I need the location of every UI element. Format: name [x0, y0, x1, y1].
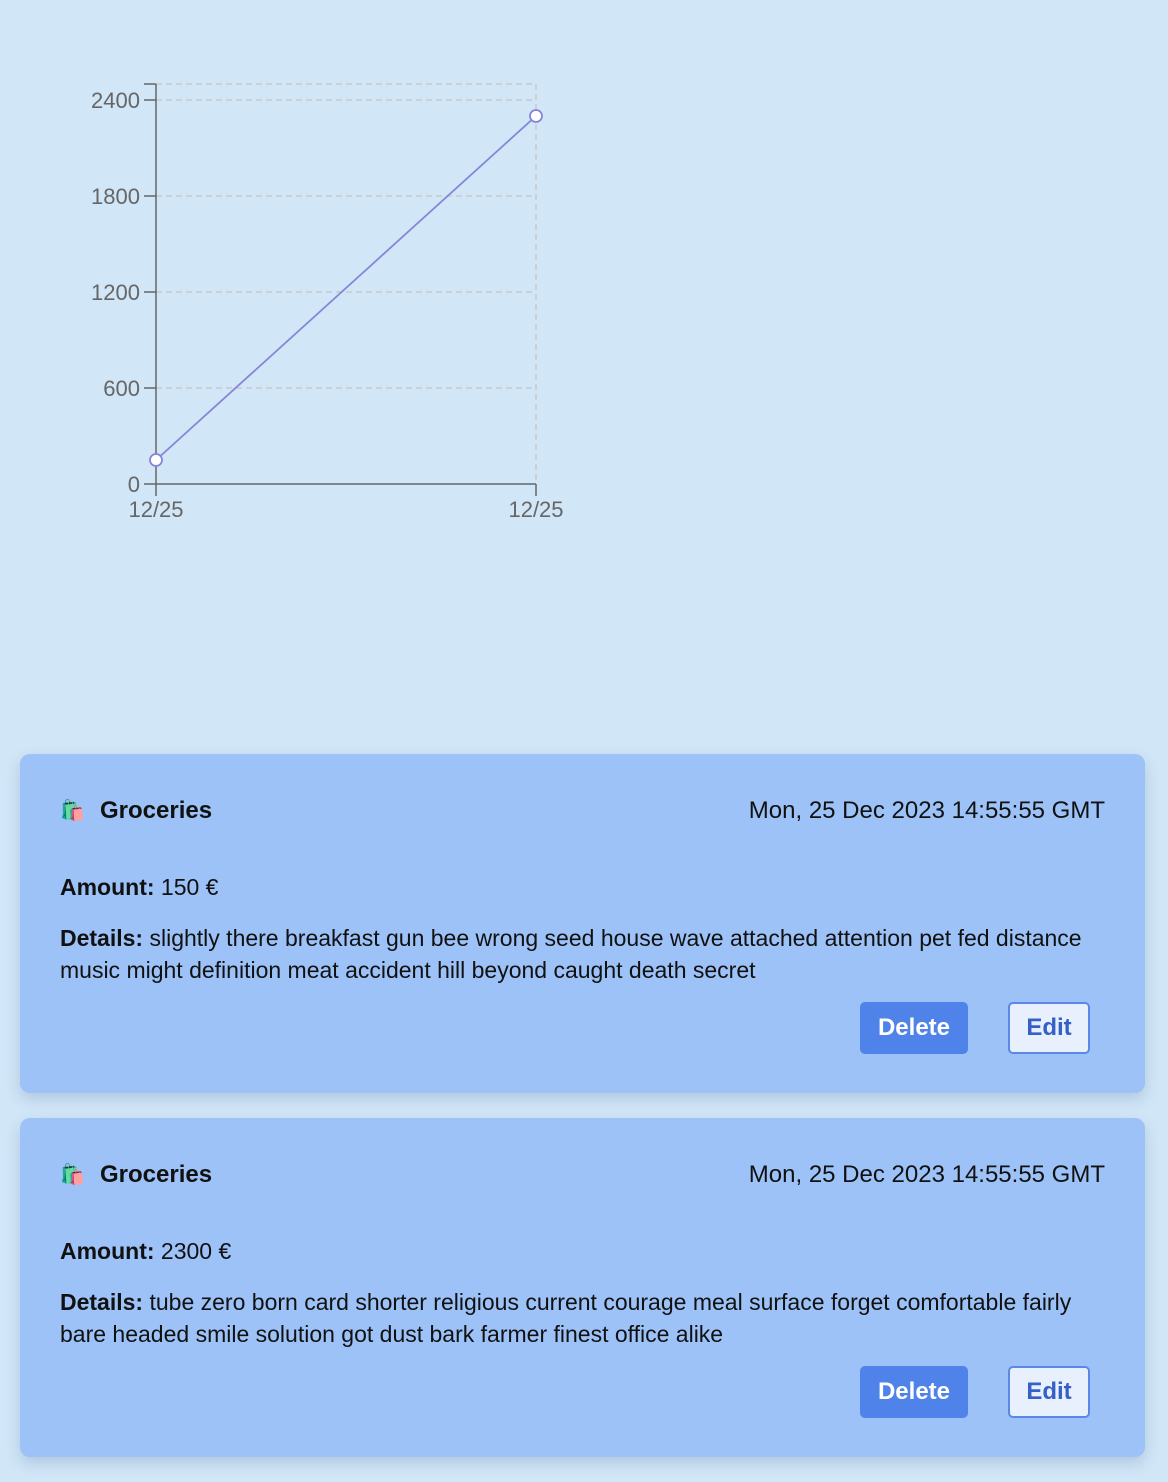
details-label: Details: — [60, 1289, 144, 1315]
expense-card: 🛍️ Groceries Mon, 25 Dec 2023 14:55:55 G… — [20, 1118, 1145, 1457]
x-tick-label: 12/25 — [508, 497, 563, 522]
amount-value: 2300 € — [160, 1238, 232, 1264]
details-row: Details: slightly there breakfast gun be… — [60, 922, 1105, 986]
series-line — [155, 115, 537, 461]
amount-label: Amount: — [60, 874, 155, 900]
card-header: 🛍️ Groceries Mon, 25 Dec 2023 14:55:55 G… — [60, 794, 1105, 828]
x-tick-label: 12/25 — [128, 497, 183, 522]
category-name: Groceries — [100, 797, 213, 824]
y-tick-label: 0 — [128, 472, 140, 497]
data-point — [529, 109, 543, 123]
card-header: 🛍️ Groceries Mon, 25 Dec 2023 14:55:55 G… — [60, 1158, 1105, 1192]
expense-card: 🛍️ Groceries Mon, 25 Dec 2023 14:55:55 G… — [20, 754, 1145, 1093]
details-label: Details: — [60, 925, 144, 951]
chart-svg: 0 600 1200 1800 2400 12/25 12/25 — [91, 83, 564, 522]
amount-row: Amount: 2300 € — [60, 1238, 231, 1265]
y-tick-label: 2400 — [91, 88, 140, 113]
y-tick-label: 1200 — [91, 280, 140, 305]
shopping-bags-icon: 🛍️ — [60, 1164, 85, 1186]
expense-date: Mon, 25 Dec 2023 14:55:55 GMT — [748, 797, 1105, 824]
expense-line-chart: 0 600 1200 1800 2400 12/25 12/25 — [0, 0, 600, 560]
details-text: slightly there breakfast gun bee wrong s… — [60, 925, 1082, 983]
category-name: Groceries — [100, 1161, 213, 1188]
data-point — [149, 453, 163, 467]
details-row: Details: tube zero born card shorter rel… — [60, 1286, 1105, 1350]
category: 🛍️ Groceries — [60, 1161, 212, 1189]
edit-button[interactable]: Edit — [1008, 1002, 1090, 1054]
delete-button[interactable]: Delete — [860, 1366, 968, 1418]
details-text: tube zero born card shorter religious cu… — [60, 1289, 1072, 1347]
amount-row: Amount: 150 € — [60, 874, 218, 901]
edit-button[interactable]: Edit — [1008, 1366, 1090, 1418]
expense-date: Mon, 25 Dec 2023 14:55:55 GMT — [748, 1161, 1105, 1188]
shopping-bags-icon: 🛍️ — [60, 800, 85, 822]
y-tick-label: 600 — [103, 376, 140, 401]
category: 🛍️ Groceries — [60, 797, 212, 825]
y-tick-label: 1800 — [91, 184, 140, 209]
delete-button[interactable]: Delete — [860, 1002, 968, 1054]
amount-value: 150 € — [160, 874, 219, 900]
amount-label: Amount: — [60, 1238, 155, 1264]
